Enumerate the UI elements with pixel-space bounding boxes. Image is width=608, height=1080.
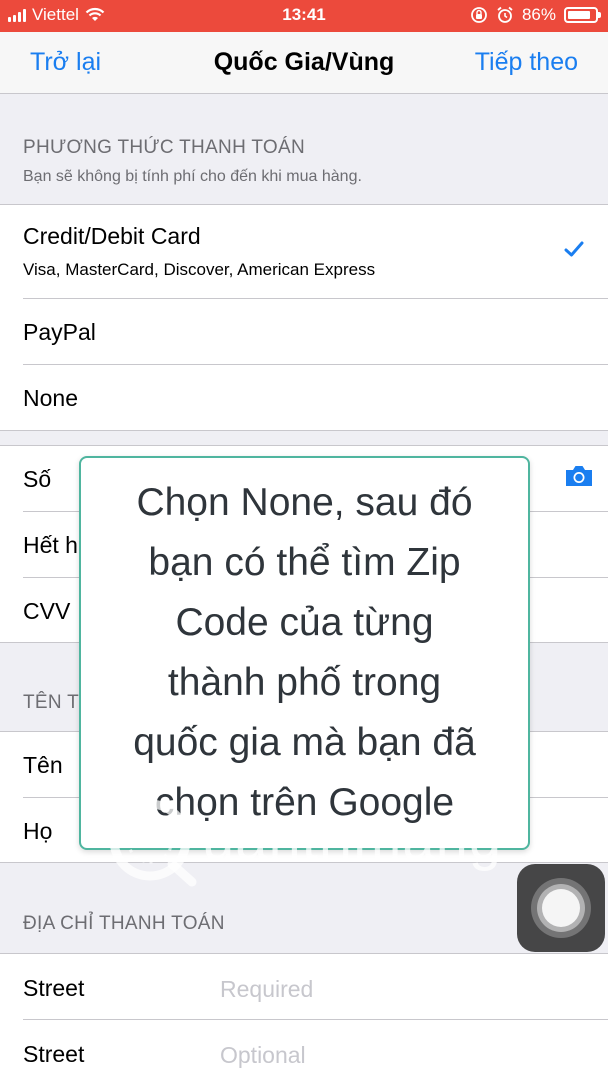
status-bar: Viettel 13:41 86% — [0, 0, 608, 32]
instruction-line: bạn có thể tìm Zip — [148, 541, 461, 584]
card-expiry-label: Hết h — [23, 532, 78, 558]
assistive-touch-icon[interactable] — [517, 864, 605, 952]
payment-option-label: None — [23, 385, 78, 411]
battery-percent: 86% — [521, 5, 556, 24]
payment-option-paypal[interactable]: PayPal — [0, 299, 608, 365]
payment-option-none[interactable]: None — [0, 365, 608, 431]
first-name-label: Tên — [23, 752, 63, 778]
address-group: Street Required Street Optional — [0, 953, 608, 1080]
payment-section-header: PHƯƠNG THỨC THANH TOÁN — [23, 137, 305, 158]
watermark-logo: uantrimang — [102, 790, 512, 900]
status-right: 86% — [470, 5, 601, 25]
payment-option-label: Credit/Debit Card — [23, 223, 201, 249]
street-row[interactable]: Street Required — [0, 954, 608, 1020]
camera-icon[interactable] — [564, 464, 594, 488]
payment-option-card[interactable]: Credit/Debit Card Visa, MasterCard, Disc… — [0, 205, 608, 299]
street-placeholder[interactable]: Required — [220, 976, 313, 1003]
next-button[interactable]: Tiếp theo — [475, 48, 578, 77]
checkmark-icon — [564, 241, 584, 257]
payment-section-subheader: Bạn sẽ không bị tính phí cho đến khi mua… — [23, 168, 362, 185]
instruction-text: Chọn None, sau đó bạn có thể tìm Zip Cod… — [133, 473, 476, 833]
watermark-q-icon — [109, 799, 197, 887]
instruction-line: thành phố trong — [167, 661, 442, 704]
address-section-header: ĐỊA CHỈ THANH TOÁN — [23, 913, 225, 934]
instruction-line: Code của từng — [175, 601, 434, 644]
last-name-label: Họ — [23, 818, 53, 844]
battery-icon — [564, 7, 601, 23]
rotation-lock-icon — [471, 7, 487, 23]
card-number-label: Số — [23, 466, 52, 492]
payment-option-label: PayPal — [23, 319, 96, 345]
name-section-header: TÊN T — [23, 692, 80, 713]
instruction-line: quốc gia mà bạn đã — [133, 721, 476, 764]
street-label: Street — [23, 975, 85, 1001]
alarm-icon — [497, 6, 513, 23]
card-cvv-label: CVV — [23, 598, 71, 624]
watermark-text: uantrimang — [202, 807, 503, 872]
street-placeholder[interactable]: Optional — [220, 1042, 306, 1069]
navigation-bar: Trở lại Quốc Gia/Vùng Tiếp theo — [0, 32, 608, 94]
street-label: Street — [23, 1041, 85, 1067]
payment-option-detail: Visa, MasterCard, Discover, American Exp… — [23, 260, 376, 279]
instruction-line: Chọn None, sau đó — [136, 481, 473, 524]
payment-options-group: Credit/Debit Card Visa, MasterCard, Disc… — [0, 204, 608, 431]
street-row[interactable]: Street Optional — [0, 1020, 608, 1080]
